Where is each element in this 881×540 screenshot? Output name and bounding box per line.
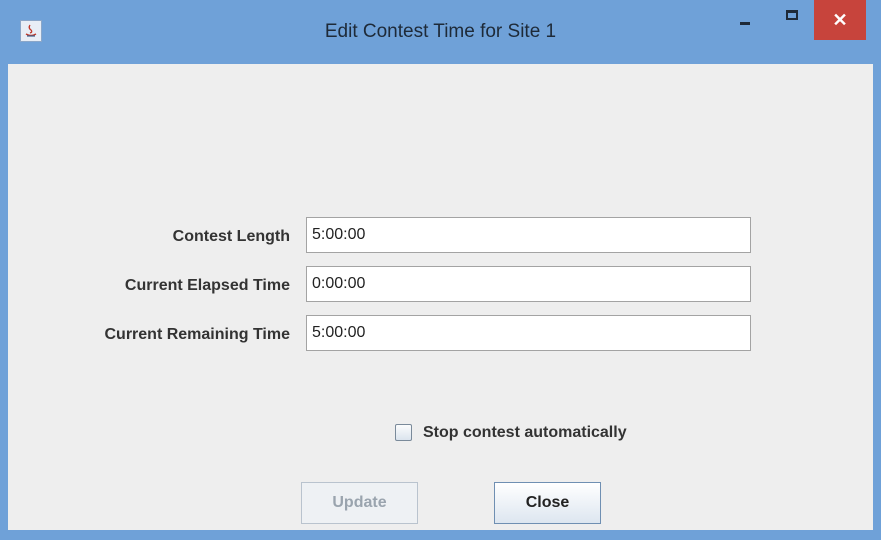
update-button[interactable]: Update xyxy=(301,482,418,524)
close-button[interactable]: Close xyxy=(494,482,601,524)
window-bottom-border xyxy=(0,530,881,540)
contest-length-label: Contest Length xyxy=(172,228,290,245)
contest-length-input[interactable] xyxy=(306,217,751,253)
maximize-button[interactable] xyxy=(776,0,812,40)
stop-automatically-checkbox[interactable] xyxy=(395,424,412,441)
elapsed-time-input[interactable] xyxy=(306,266,751,302)
elapsed-time-label: Current Elapsed Time xyxy=(124,277,290,294)
title-bar[interactable]: Edit Contest Time for Site 1 ✕ xyxy=(0,0,881,64)
dialog-window: Edit Contest Time for Site 1 ✕ Contest L… xyxy=(0,0,881,540)
maximize-icon xyxy=(786,10,798,20)
remaining-time-input[interactable] xyxy=(306,315,751,351)
close-icon: ✕ xyxy=(832,10,848,30)
window-close-button[interactable]: ✕ xyxy=(814,0,866,40)
minimize-icon xyxy=(740,22,750,25)
stop-automatically-label: Stop contest automatically xyxy=(423,424,627,441)
minimize-button[interactable] xyxy=(728,0,764,40)
dialog-content: Contest Length Current Elapsed Time Curr… xyxy=(8,64,873,530)
remaining-time-label: Current Remaining Time xyxy=(104,326,290,343)
